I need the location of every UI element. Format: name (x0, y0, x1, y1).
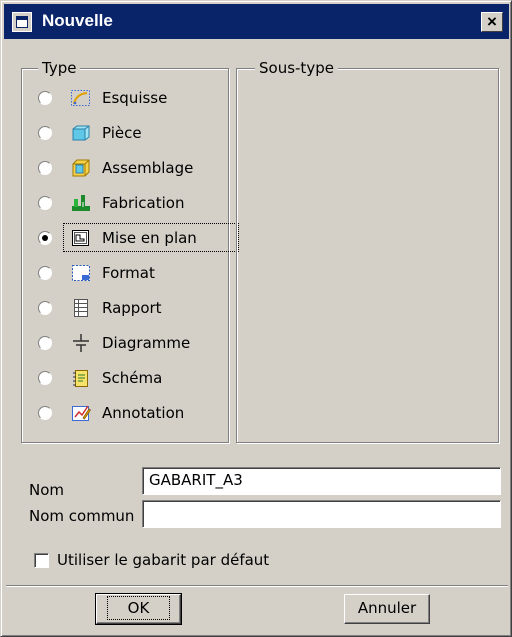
type-label: Esquisse (102, 89, 168, 107)
close-button[interactable]: × (481, 12, 503, 32)
type-option-mise-en-plan[interactable]: Mise en plan (34, 223, 239, 253)
use-default-template-label[interactable]: Utiliser le gabarit par défaut (57, 550, 269, 570)
type-option-rapport[interactable]: Rapport (34, 293, 224, 323)
drawing-icon (70, 228, 92, 248)
window-icon (12, 12, 32, 32)
radio-button[interactable] (38, 336, 52, 350)
name-label: Nom (29, 481, 65, 499)
radio-button[interactable] (38, 196, 52, 210)
type-option-fabrication[interactable]: Fabrication (34, 188, 224, 218)
type-label: Schéma (102, 369, 163, 387)
radio-button[interactable] (38, 91, 52, 105)
sketch-icon (70, 88, 92, 108)
type-option-format[interactable]: Format (34, 258, 224, 288)
type-label: Annotation (102, 404, 185, 422)
type-label: Format (102, 264, 155, 282)
type-label: Fabrication (102, 194, 185, 212)
schema-icon (70, 368, 92, 388)
type-group-label: Type (38, 58, 81, 78)
common-name-field[interactable] (142, 500, 501, 528)
report-icon (70, 298, 92, 318)
radio-button[interactable] (38, 406, 52, 420)
radio-button[interactable] (38, 161, 52, 175)
type-label: Pièce (102, 124, 142, 142)
radio-button[interactable] (38, 371, 52, 385)
part-icon (70, 123, 92, 143)
radio-button[interactable] (38, 301, 52, 315)
type-option-esquisse[interactable]: Esquisse (34, 83, 224, 113)
subtype-group: Sous-type (236, 58, 499, 443)
type-label: Assemblage (102, 159, 194, 177)
type-label: Diagramme (102, 334, 191, 352)
separator (6, 585, 508, 587)
format-icon (70, 263, 92, 283)
diagram-icon (70, 333, 92, 353)
subtype-group-label: Sous-type (255, 58, 338, 78)
ok-button-label: OK (106, 596, 171, 620)
radio-button[interactable] (38, 126, 52, 140)
annotation-icon (70, 403, 92, 423)
new-dialog: Nouvelle × Type Esquisse Pièce Assemblag… (0, 0, 512, 637)
use-default-template-checkbox[interactable] (34, 553, 49, 568)
type-option-assemblage[interactable]: Assemblage (34, 153, 224, 183)
assembly-icon (70, 158, 92, 178)
cancel-button[interactable]: Annuler (344, 594, 430, 624)
type-option-diagramme[interactable]: Diagramme (34, 328, 224, 358)
type-group: Type Esquisse Pièce Assemblage Fabricati… (21, 58, 239, 443)
radio-button-selected[interactable] (38, 231, 52, 245)
type-option-annotation[interactable]: Annotation (34, 398, 224, 428)
radio-button[interactable] (38, 266, 52, 280)
manufacturing-icon (70, 193, 92, 213)
name-field[interactable]: GABARIT_A3 (142, 467, 501, 495)
type-label: Rapport (102, 299, 162, 317)
type-option-schema[interactable]: Schéma (34, 363, 224, 393)
type-label: Mise en plan (102, 229, 197, 247)
type-option-piece[interactable]: Pièce (34, 118, 224, 148)
window-title: Nouvelle (42, 11, 113, 30)
ok-button[interactable]: OK (95, 593, 182, 625)
title-bar[interactable]: Nouvelle × (4, 4, 509, 39)
common-name-label: Nom commun (29, 507, 135, 525)
